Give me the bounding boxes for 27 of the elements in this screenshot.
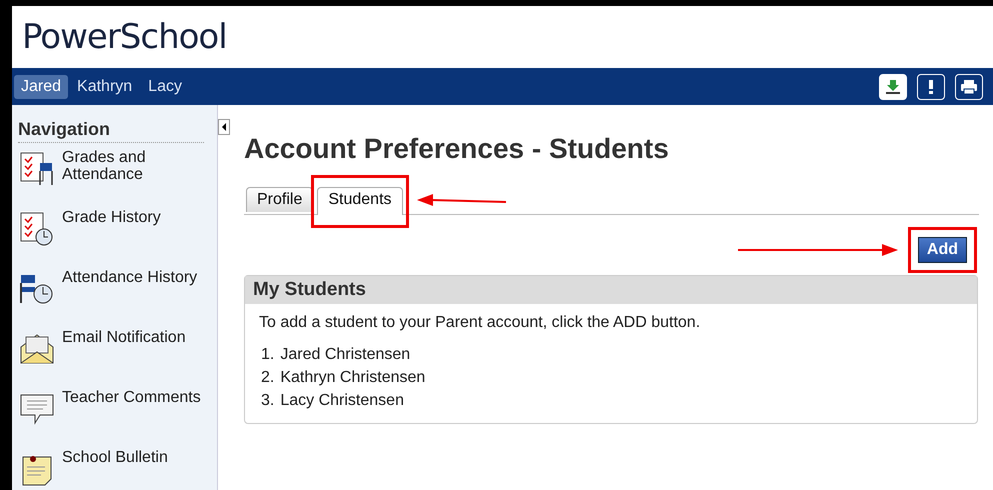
logo: PowerSchool xyxy=(22,17,227,57)
student-tab[interactable]: Jared xyxy=(14,74,68,98)
alert-icon[interactable] xyxy=(917,74,945,100)
nav-link[interactable]: Grades and Attendance xyxy=(62,149,217,183)
nav-link[interactable]: School Bulletin xyxy=(62,449,168,466)
student-name: Jared Christensen xyxy=(280,346,410,364)
list-number: 3. xyxy=(261,392,274,410)
student-tab[interactable]: Kathryn xyxy=(70,74,140,98)
download-icon[interactable] xyxy=(879,74,907,100)
nav-link[interactable]: Grade History xyxy=(62,209,161,226)
add-button[interactable]: Add xyxy=(918,237,967,263)
panel-title: My Students xyxy=(253,279,366,300)
student-tab[interactable]: Lacy xyxy=(141,74,189,98)
collapse-icon[interactable] xyxy=(218,119,230,135)
nav-link[interactable]: Teacher Comments xyxy=(62,389,201,406)
nav-link[interactable]: Attendance History xyxy=(62,269,198,286)
instruction-text: To add a student to your Parent account, click the ADD button. xyxy=(259,314,702,332)
print-icon[interactable] xyxy=(955,74,983,100)
tab[interactable]: Profile xyxy=(246,187,314,212)
page-title: Account Preferences - Students xyxy=(244,133,670,165)
list-number: 2. xyxy=(261,369,274,387)
student-name: Kathryn Christensen xyxy=(280,369,426,387)
navigation-heading: Navigation xyxy=(18,119,204,143)
list-number: 1. xyxy=(261,346,274,364)
nav-link[interactable]: Email Notification xyxy=(62,329,186,346)
student-name: Lacy Christensen xyxy=(280,392,404,410)
tab[interactable]: Students xyxy=(317,187,403,215)
